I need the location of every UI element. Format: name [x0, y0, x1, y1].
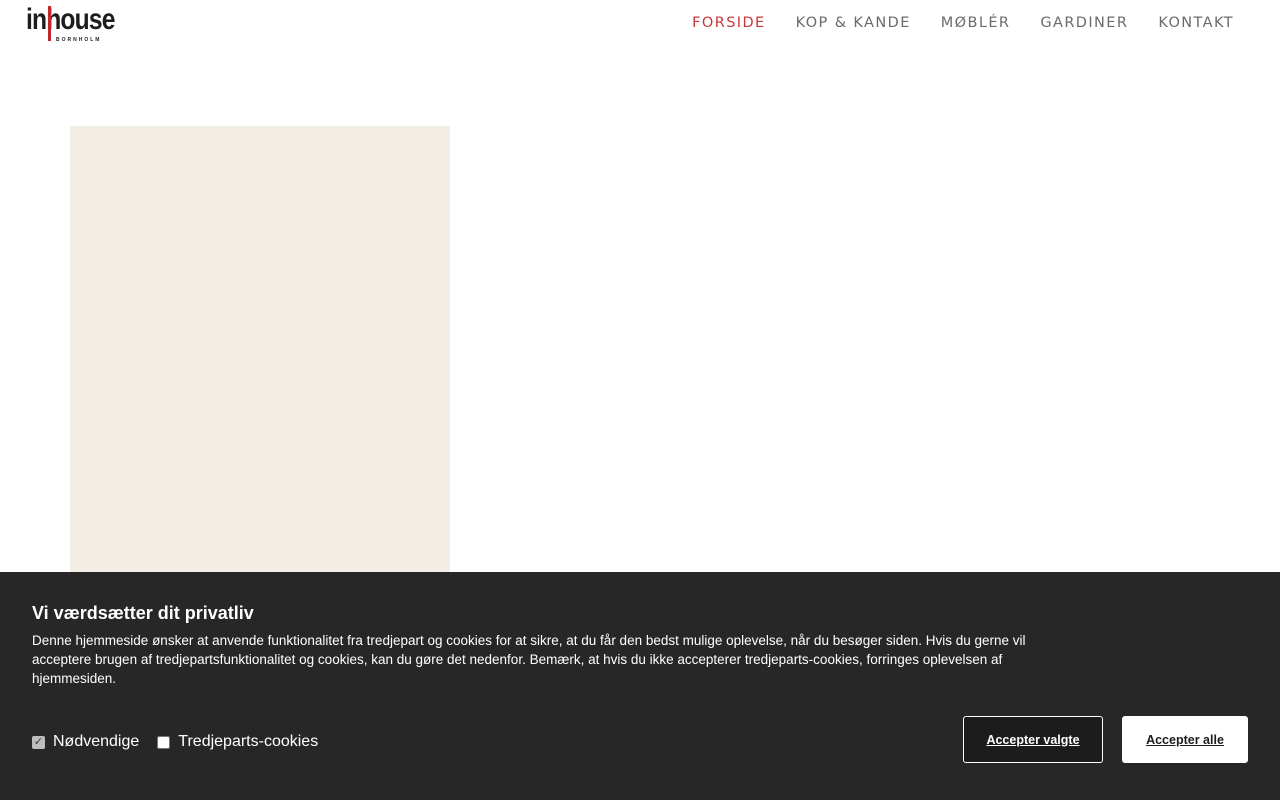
main-nav: FORSIDE KOP & KANDE MØBLÉR GARDINER KONT… — [662, 0, 1234, 46]
hero-image-placeholder — [70, 126, 450, 586]
cookie-option-necessary[interactable]: ✓ Nødvendige — [32, 733, 139, 751]
cookie-options: ✓ Nødvendige Tredjeparts-cookies — [32, 732, 336, 752]
logo-wordmark: inhouse — [26, 3, 115, 36]
nav-item-gardiner[interactable]: GARDINER — [1040, 15, 1128, 31]
logo-accent-bar — [48, 6, 51, 41]
cookie-option-third-party[interactable]: Tredjeparts-cookies — [157, 733, 318, 751]
accept-all-button[interactable]: Accepter alle — [1122, 716, 1248, 763]
cookie-description: Denne hjemmeside ønsker at anvende funkt… — [32, 633, 1026, 686]
third-party-checkbox[interactable] — [157, 735, 171, 749]
cookie-title: Vi værdsætter dit privatliv — [32, 603, 254, 623]
logo-subtitle: BORNHOLM — [56, 37, 102, 43]
third-party-label: Tredjeparts-cookies — [178, 733, 319, 750]
cookie-consent-banner: Vi værdsætter dit privatliv Denne hjemme… — [0, 572, 1280, 800]
site-logo[interactable]: inhouse BORNHOLM — [26, 3, 115, 44]
nav-item-kontakt[interactable]: KONTAKT — [1158, 15, 1234, 31]
necessary-label: Nødvendige — [53, 733, 140, 750]
page: inhouse BORNHOLM FORSIDE KOP & KANDE MØB… — [0, 0, 1280, 800]
accept-selected-button[interactable]: Accepter valgte — [963, 716, 1103, 763]
site-header: inhouse BORNHOLM FORSIDE KOP & KANDE MØB… — [0, 0, 1280, 46]
nav-item-mobler[interactable]: MØBLÉR — [941, 15, 1011, 31]
nav-item-kop-kande[interactable]: KOP & KANDE — [796, 15, 911, 31]
necessary-checkbox[interactable]: ✓ — [32, 735, 45, 749]
nav-item-forside[interactable]: FORSIDE — [692, 15, 765, 31]
